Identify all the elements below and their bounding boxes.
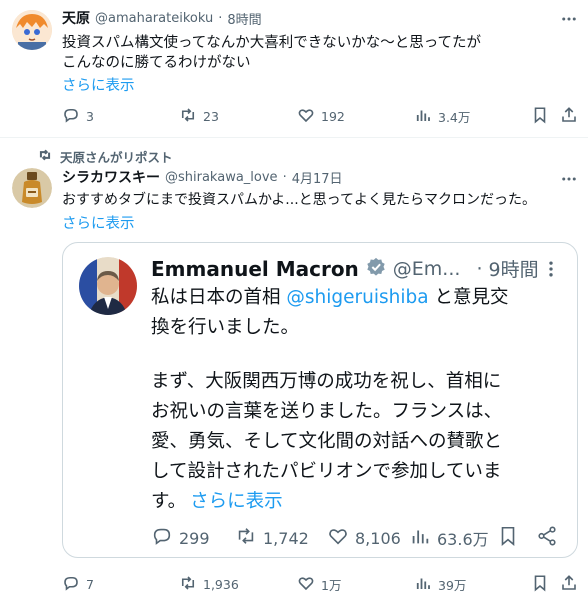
share-icon [536,525,558,551]
avatar-shirakawa[interactable] [12,168,52,208]
like-icon [297,574,315,595]
reply-icon [62,574,80,595]
timestamp[interactable]: 8時間 [227,9,261,28]
quoted-views-button[interactable]: 63.6万 [409,525,489,551]
quoted-action-bar: 299 1,742 8,106 63.6万 [151,525,561,549]
repost-icon [179,106,197,127]
avatar-macron[interactable] [79,257,137,315]
bookmark-icon [497,525,519,551]
like-icon [327,525,349,551]
quoted-handle[interactable]: @Em... [393,258,461,280]
like-button[interactable]: 1万 [297,574,341,595]
more-icon[interactable] [560,170,578,188]
like-count: 1万 [321,578,342,593]
quoted-bookmark-button[interactable] [497,525,519,551]
bookmark-icon [531,574,549,595]
avatar-amahara[interactable] [12,10,52,50]
like-icon [297,106,315,127]
verified-badge-icon [365,256,387,282]
repost-count: 1,742 [263,528,309,548]
quoted-timestamp[interactable]: 9時間 [488,255,538,282]
share-icon [560,106,578,127]
handle[interactable]: @amaharateikoku [95,11,213,26]
bookmark-button[interactable] [531,106,549,127]
views-icon [409,525,431,551]
repost-count: 1,936 [203,577,239,592]
reply-button[interactable]: 7 [62,574,94,595]
quoted-tweet-card[interactable]: Emmanuel Macron @Em... · 9時間 私は日本の首相 @sh… [62,242,578,558]
repost-icon [179,574,197,595]
reply-icon [62,106,80,127]
display-name[interactable]: シラカワスキー [62,167,160,187]
like-count: 192 [321,109,345,124]
handle[interactable]: @shirakawa_love [165,170,278,185]
reply-count: 3 [86,109,94,124]
views-count: 3.4万 [438,110,471,125]
tweet-text-line: 投資スパム構文使ってなんか大喜利できないかな～と思ってたが [62,35,482,51]
share-icon [560,574,578,595]
views-button[interactable]: 39万 [414,574,466,595]
quoted-like-button[interactable]: 8,106 [327,525,401,551]
quoted-display-name[interactable]: Emmanuel Macron [151,257,359,281]
share-button[interactable] [560,574,578,595]
quoted-text-line: して設計されたパビリオンで参加していま [151,461,502,482]
like-button[interactable]: 192 [297,106,345,127]
dot-separator: · [282,169,287,185]
dot-separator: · [476,257,483,280]
mention-link[interactable]: @shigeruishiba [286,287,428,308]
timestamp[interactable]: 4月17日 [292,168,343,187]
repost-count: 23 [203,109,219,124]
like-count: 8,106 [355,528,401,548]
reply-count: 7 [86,577,94,592]
repost-indicator-icon [38,147,52,166]
bookmark-button[interactable] [531,574,549,595]
action-bar: 7 1,936 1万 39万 [62,574,578,594]
repost-icon [235,525,257,551]
action-bar: 3 23 192 3.4万 [62,106,578,126]
tweet-text: おすすめタブにまで投資スパムかよ...と思ってよく見たらマクロンだった。 [62,192,536,208]
share-button[interactable] [560,106,578,127]
reply-button[interactable]: 3 [62,106,94,127]
reply-icon [151,525,173,551]
views-button[interactable]: 3.4万 [414,106,470,127]
views-icon [414,106,432,127]
quoted-text-line: す。 さらに表示 [151,491,283,512]
views-count: 63.6万 [437,530,489,549]
quoted-text-line: 私は日本の首相 @shigeruishiba と意見交 [151,287,509,308]
views-icon [414,574,432,595]
show-more-link[interactable]: さらに表示 [62,212,135,233]
quoted-text-line: お祝いの言葉を送りました。フランスは、 [151,401,503,422]
quoted-show-more-link[interactable]: さらに表示 [190,491,283,512]
quoted-text-line: まず、大阪関西万博の成功を祝し、首相に [151,371,502,392]
more-icon[interactable] [560,10,578,28]
quoted-share-button[interactable] [536,525,558,551]
tweet-1[interactable]: 天原 @amaharateikoku · 8時間 投資スパム構文使ってなんか大喜… [0,0,588,137]
bookmark-icon [531,106,549,127]
repost-button[interactable]: 23 [179,106,219,127]
views-count: 39万 [438,578,467,593]
repost-button[interactable]: 1,936 [179,574,239,595]
quoted-text-line: 換を行いました。 [151,317,300,338]
quoted-repost-button[interactable]: 1,742 [235,525,309,551]
quoted-text-line: 愛、勇気、そして文化間の対話への賛歌と [151,431,502,452]
repost-label[interactable]: 天原さんがリポスト [60,147,173,166]
show-more-link[interactable]: さらに表示 [62,74,135,95]
reply-count: 299 [179,528,210,548]
tweet-text-line: こんなのに勝てるわけがない [62,55,251,71]
quoted-reply-button[interactable]: 299 [151,525,210,551]
display-name[interactable]: 天原 [62,8,90,28]
dot-separator: · [218,10,223,26]
more-icon[interactable] [541,259,561,279]
